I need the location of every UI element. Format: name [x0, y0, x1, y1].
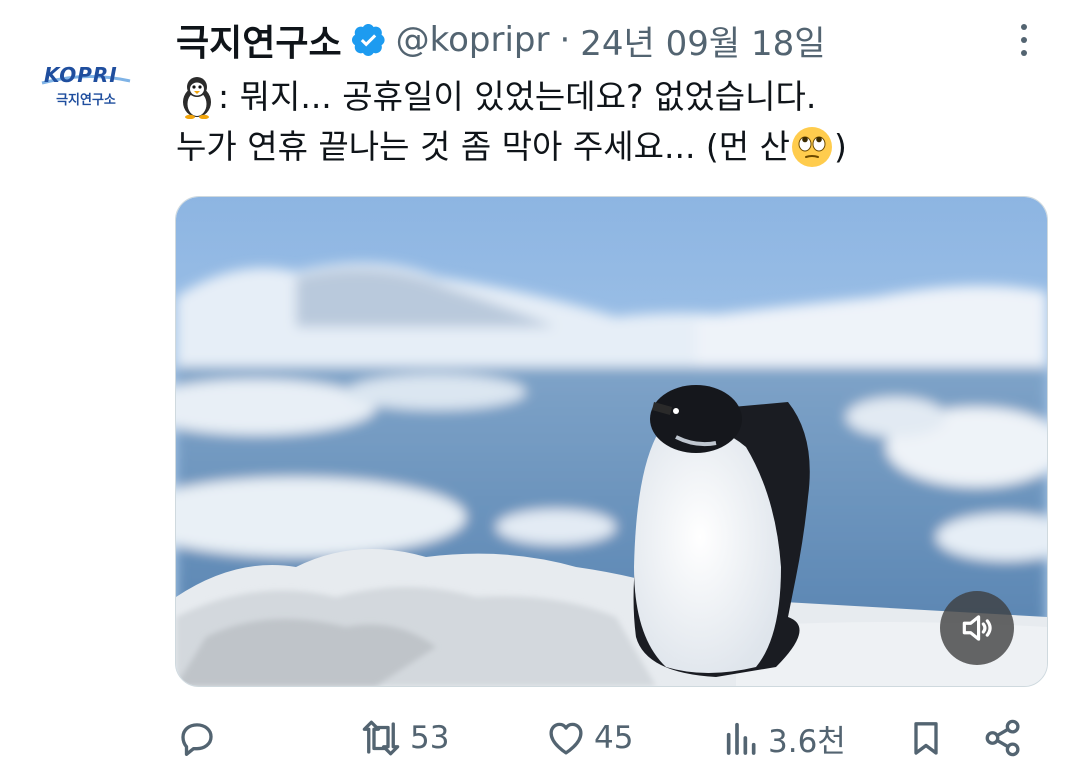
share-button[interactable]: [982, 712, 1024, 764]
bookmark-icon: [914, 722, 938, 755]
handle[interactable]: @kopripr: [396, 20, 550, 60]
share-icon: [985, 719, 1020, 757]
speaker-muted-icon: [962, 615, 992, 641]
post-text-line-2-text: 누가 연휴 끝나는 것 좀 막아 주세요... (먼 산: [176, 127, 791, 166]
post-video[interactable]: [175, 196, 1048, 687]
like-button[interactable]: 45: [544, 712, 633, 764]
penguin-emoji-icon: [183, 77, 211, 119]
more-options-icon[interactable]: [1014, 24, 1034, 60]
reply-icon: [181, 723, 213, 756]
rolling-eyes-emoji-icon: [792, 127, 833, 167]
post-text-line-2-close: ): [834, 127, 847, 166]
post-header: 극지연구소 @kopripr · 24년 09월 18일: [176, 12, 826, 68]
post-text-line-1: : 뭐지... 공휴일이 있었는데요? 없었습니다.: [176, 72, 1056, 122]
logo-wordmark: KOPRI: [44, 62, 118, 87]
post-text: : 뭐지... 공휴일이 있었는데요? 없었습니다. 누가 연휴 끝나는 것 좀…: [176, 72, 1056, 172]
verified-badge-icon[interactable]: [351, 23, 386, 57]
repost-button[interactable]: 53: [358, 712, 449, 764]
repost-icon: [362, 720, 400, 756]
penguin-video-frame: [176, 197, 1047, 686]
post-text-line-2: 누가 연휴 끝나는 것 좀 막아 주세요... (먼 산 ): [176, 122, 1056, 172]
mute-button[interactable]: [940, 591, 1014, 665]
views-button[interactable]: 3.6천: [722, 712, 846, 764]
bookmark-button[interactable]: [906, 712, 946, 764]
views-count: 3.6천: [768, 723, 846, 760]
penguin: [633, 385, 810, 677]
logo-subtitle: 극지연구소: [56, 92, 116, 108]
display-name[interactable]: 극지연구소: [176, 14, 342, 66]
action-bar: 53 45 3.6천: [176, 712, 1056, 764]
post-date[interactable]: 24년 09월 18일: [580, 16, 825, 65]
post-text-line-1-text: : 뭐지... 공휴일이 있었는데요? 없었습니다.: [218, 77, 817, 116]
repost-count: 53: [410, 720, 450, 756]
avatar[interactable]: KOPRI 극지연구소: [28, 24, 144, 140]
separator-dot: ·: [559, 20, 571, 60]
like-count: 45: [594, 720, 634, 756]
kopri-logo: KOPRI: [38, 57, 134, 91]
heart-icon: [549, 722, 583, 755]
views-icon: [726, 722, 756, 755]
reply-button[interactable]: [176, 712, 218, 764]
